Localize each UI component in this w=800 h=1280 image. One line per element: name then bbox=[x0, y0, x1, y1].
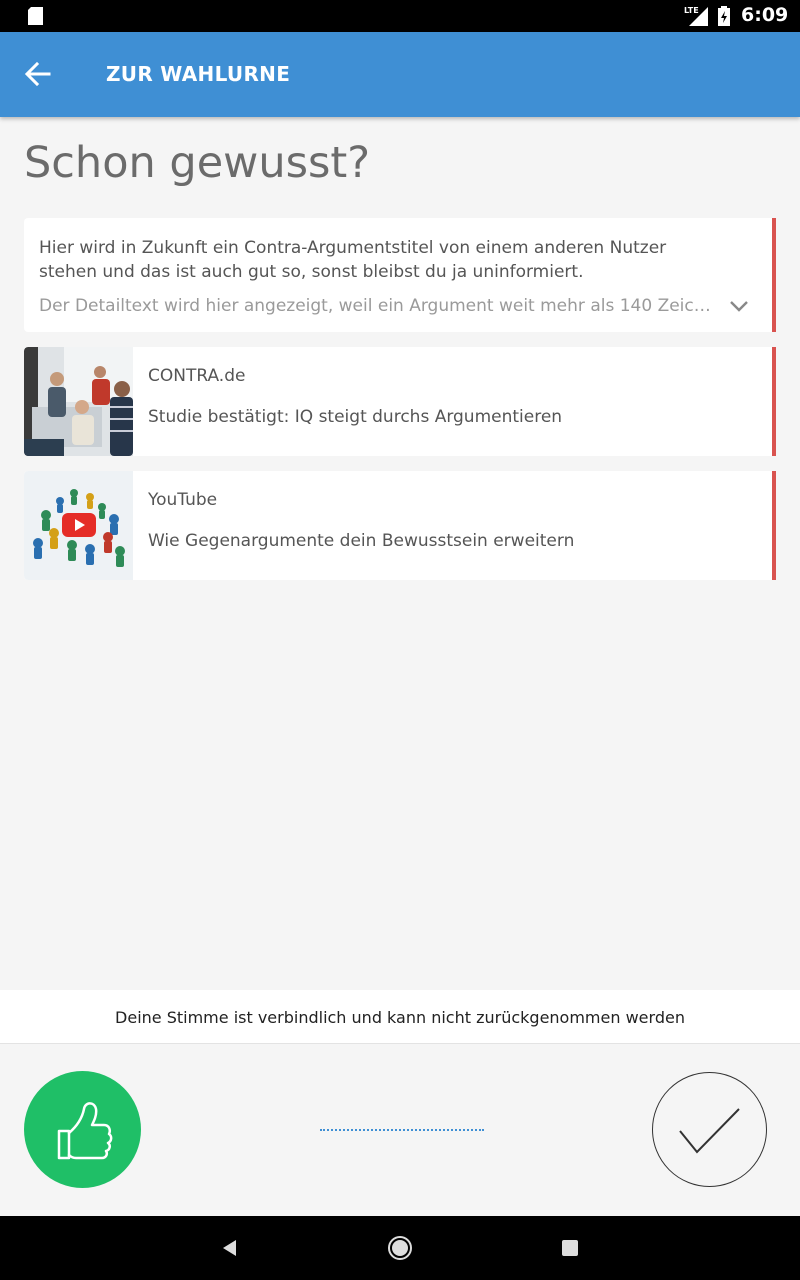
link-source: CONTRA.de bbox=[148, 366, 246, 386]
nav-home-icon[interactable] bbox=[387, 1235, 413, 1261]
thumbs-up-button[interactable] bbox=[24, 1071, 141, 1188]
signal-icon: LTE bbox=[684, 6, 708, 26]
link-source: YouTube bbox=[148, 490, 218, 510]
nav-recents-icon[interactable] bbox=[561, 1239, 579, 1257]
thumbs-up-icon bbox=[57, 1102, 113, 1160]
vote-notice: Deine Stimme ist verbindlich und kann ni… bbox=[0, 990, 800, 1044]
chevron-down-icon[interactable] bbox=[728, 298, 750, 314]
app-bar: ZUR WAHLURNE bbox=[0, 32, 800, 117]
video-thumbnail bbox=[24, 471, 133, 580]
link-headline[interactable]: Wie Gegenargumente dein Bewusstsein erwe… bbox=[148, 531, 574, 551]
clock: 6:09 bbox=[741, 4, 789, 26]
svg-text:LTE: LTE bbox=[684, 6, 699, 15]
app-bar-title: ZUR WAHLURNE bbox=[106, 62, 291, 86]
nav-back-icon[interactable] bbox=[220, 1238, 240, 1258]
status-bar: LTE 6:09 bbox=[0, 0, 800, 32]
meeting-photo-thumbnail bbox=[24, 347, 133, 456]
back-arrow-icon[interactable] bbox=[20, 56, 56, 92]
sd-card-icon bbox=[28, 7, 43, 25]
link-card-contra[interactable]: CONTRA.de Studie bestätigt: IQ steigt du… bbox=[24, 347, 776, 456]
vote-slider-track[interactable] bbox=[320, 1129, 484, 1131]
link-card-youtube[interactable]: YouTube Wie Gegenargumente dein Bewussts… bbox=[24, 471, 776, 580]
confirm-vote-button[interactable] bbox=[652, 1072, 767, 1187]
link-headline[interactable]: Studie bestätigt: IQ steigt durchs Argum… bbox=[148, 407, 562, 427]
battery-icon bbox=[718, 6, 730, 26]
check-icon bbox=[679, 1108, 740, 1154]
argument-title: Hier wird in Zukunft ein Contra-Argument… bbox=[39, 238, 667, 282]
argument-detail: Der Detailtext wird hier angezeigt, weil… bbox=[39, 296, 712, 316]
vote-area bbox=[0, 1044, 800, 1216]
argument-card[interactable]: Hier wird in Zukunft ein Contra-Argument… bbox=[24, 218, 776, 332]
system-nav-bar bbox=[0, 1216, 800, 1280]
page-title: Schon gewusst? bbox=[24, 138, 371, 188]
